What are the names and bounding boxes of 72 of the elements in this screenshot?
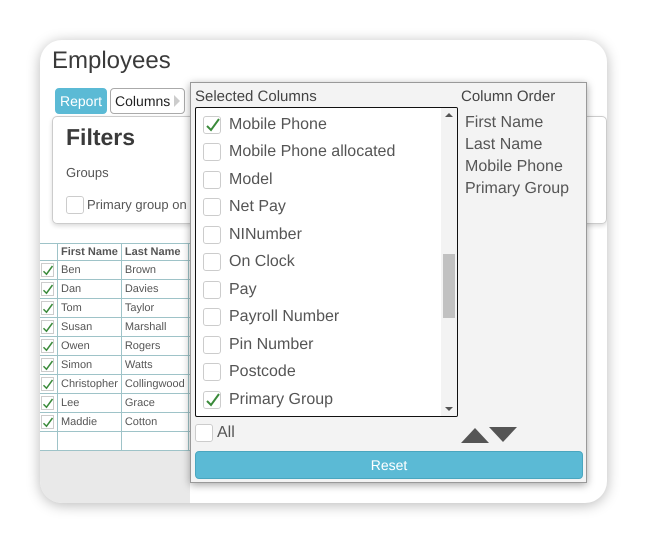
table-cell: Ben [58, 260, 122, 280]
table-cell: Simon [58, 356, 122, 374]
row-checkbox[interactable] [41, 301, 54, 316]
checkbox-label: Pay [229, 280, 257, 300]
checkbox[interactable] [203, 390, 221, 409]
column-header: First Name [58, 244, 122, 260]
table-cell: Brown [121, 260, 188, 280]
row-checkbox[interactable] [41, 263, 54, 278]
row-checkbox[interactable] [41, 339, 54, 354]
checkbox-label: Net Pay [229, 197, 286, 218]
field-label: Groups [66, 165, 109, 181]
column-order-item[interactable]: First Name [465, 112, 581, 134]
table-cell: Lee [58, 394, 122, 412]
table-cell: Susan [58, 318, 122, 336]
row-checkbox[interactable] [41, 320, 54, 334]
checkbox[interactable] [203, 198, 221, 216]
checkbox[interactable] [203, 363, 221, 382]
checkbox[interactable] [66, 196, 84, 214]
checkbox-label: Payroll Number [229, 307, 340, 328]
scrollbar[interactable] [441, 108, 457, 416]
table-cell: Maddie [58, 412, 122, 432]
checkbox[interactable] [203, 336, 221, 354]
columns-tab[interactable]: Columns [110, 88, 186, 114]
checkbox[interactable] [203, 280, 221, 299]
scroll-thumb[interactable] [443, 254, 455, 318]
column-order-item[interactable]: Last Name [465, 134, 581, 156]
row-checkbox[interactable] [41, 415, 54, 430]
move-up-icon[interactable] [461, 427, 489, 443]
checkbox-label: NINumber [229, 224, 302, 245]
table-cell: Collingwood [121, 374, 188, 394]
row-checkbox[interactable] [41, 282, 54, 296]
column-order-item[interactable]: Primary Group [465, 178, 581, 200]
table-cell: Dan [58, 280, 122, 298]
checkbox[interactable] [203, 143, 221, 162]
checkbox-label: On Clock [229, 252, 295, 272]
scroll-down-icon[interactable] [444, 406, 454, 412]
checkbox-label: Primary Group [229, 390, 334, 410]
caret-icon [174, 95, 180, 107]
table-cell: Rogers [121, 336, 188, 356]
table-cell: Watts [121, 356, 188, 374]
move-down-icon[interactable] [489, 427, 517, 443]
table-cell: Grace [121, 394, 188, 412]
section-heading: Column Order [461, 87, 556, 107]
checkbox-label: All [217, 423, 235, 443]
table-cell: Christopher [58, 374, 122, 394]
column-order-item[interactable]: Mobile Phone [465, 156, 581, 178]
checkbox-label: Mobile Phone allocated [229, 142, 396, 162]
checkbox[interactable] [203, 308, 221, 326]
checkbox[interactable] [203, 226, 221, 244]
checkbox-label: Model [229, 170, 273, 190]
table-cell: Marshall [121, 318, 188, 336]
table-cell: Tom [58, 298, 122, 318]
checkbox-label: Mobile Phone [229, 114, 327, 135]
scroll-up-icon[interactable] [444, 112, 454, 118]
row-checkbox[interactable] [41, 377, 54, 392]
column-header: Last Name [121, 244, 188, 260]
checkbox[interactable] [203, 116, 221, 134]
checkbox[interactable] [203, 170, 221, 189]
checkbox-label: Primary group on [87, 196, 187, 214]
panel-title: Filters [66, 123, 136, 151]
table-cell: Taylor [121, 298, 188, 318]
checkbox[interactable] [203, 253, 221, 272]
checkbox[interactable] [195, 424, 213, 442]
section-heading: Selected Columns [195, 87, 318, 107]
row-checkbox[interactable] [41, 396, 54, 410]
table-cell: Davies [121, 280, 188, 298]
row-checkbox[interactable] [41, 358, 54, 372]
checkbox-label: Pin Number [229, 334, 314, 355]
checkbox-label: Postcode [229, 362, 296, 382]
table-cell: Owen [58, 336, 122, 356]
table-cell: Cotton [121, 412, 188, 432]
page-title: Employees [52, 47, 172, 75]
